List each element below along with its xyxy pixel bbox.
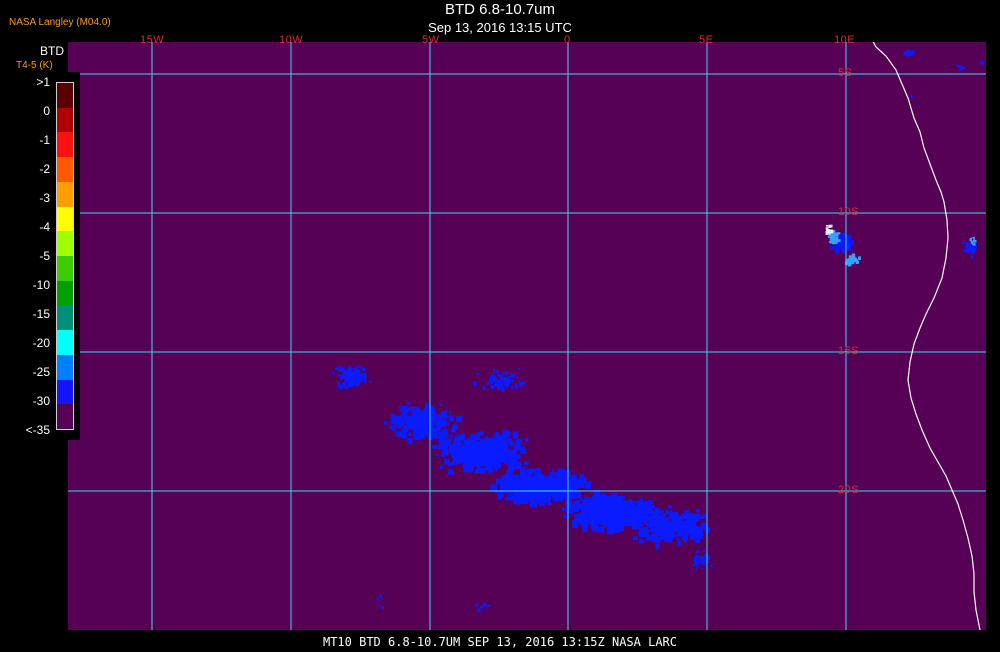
colorbar-segment bbox=[57, 206, 73, 232]
image-timestamp: Sep 13, 2016 13:15 UTC bbox=[428, 20, 572, 35]
colorbar-tick-label: -30 bbox=[32, 394, 50, 408]
credit-label: NASA Langley (M04.0) bbox=[9, 17, 111, 28]
colorbar-tick-label: -25 bbox=[32, 365, 50, 379]
colorbar-segment bbox=[57, 280, 73, 306]
colorbar-segment bbox=[57, 305, 73, 331]
colorbar-tick-label: -10 bbox=[32, 278, 50, 292]
colorbar-segment bbox=[57, 330, 73, 355]
colorbar-segment bbox=[57, 157, 73, 182]
colorbar-segment bbox=[57, 256, 73, 281]
legend-title: BTD bbox=[40, 44, 64, 58]
colorbar-tick-label: <-35 bbox=[25, 423, 50, 437]
colorbar-segment bbox=[57, 354, 73, 380]
colorbar-segment bbox=[57, 132, 73, 158]
footer-caption: MT10 BTD 6.8-10.7UM SEP 13, 2016 13:15Z … bbox=[322, 635, 677, 649]
latitude-label: 5S bbox=[838, 67, 853, 79]
latitude-label: 15S bbox=[838, 345, 860, 357]
colorbar-segment bbox=[57, 231, 73, 257]
colorbar-tick-label: -3 bbox=[39, 191, 50, 205]
latitude-label: 20S bbox=[838, 484, 860, 496]
longitude-label: 0 bbox=[564, 34, 571, 46]
longitude-label: 5W bbox=[422, 34, 440, 46]
legend-unit: T4-5 (K) bbox=[16, 60, 53, 71]
colorbar-segment bbox=[57, 379, 73, 405]
colorbar-tick-label: -5 bbox=[39, 249, 50, 263]
colorbar-segment bbox=[57, 181, 73, 207]
colorbar-segment bbox=[57, 107, 73, 133]
colorbar-tick-label: >1 bbox=[36, 75, 50, 89]
colorbar-tick-label: 0 bbox=[43, 104, 50, 118]
satellite-map[interactable] bbox=[68, 42, 986, 630]
colorbar-tick-label: -20 bbox=[32, 336, 50, 350]
colorbar-tick-label: -2 bbox=[39, 162, 50, 176]
colorbar-tick-label: -1 bbox=[39, 133, 50, 147]
colorbar-tick-label: -4 bbox=[39, 220, 50, 234]
longitude-label: 5E bbox=[699, 34, 714, 46]
latitude-label: 10S bbox=[838, 206, 860, 218]
image-title: BTD 6.8-10.7um bbox=[444, 1, 556, 18]
map-canvas bbox=[68, 42, 986, 630]
colorbar-segment bbox=[57, 83, 73, 108]
longitude-label: 15W bbox=[140, 34, 165, 46]
colorbar bbox=[56, 82, 74, 430]
colorbar-segment bbox=[57, 404, 73, 430]
longitude-label: 10W bbox=[279, 34, 304, 46]
colorbar-tick-label: -15 bbox=[32, 307, 50, 321]
longitude-label: 10E bbox=[834, 34, 856, 46]
map-background bbox=[68, 42, 986, 630]
